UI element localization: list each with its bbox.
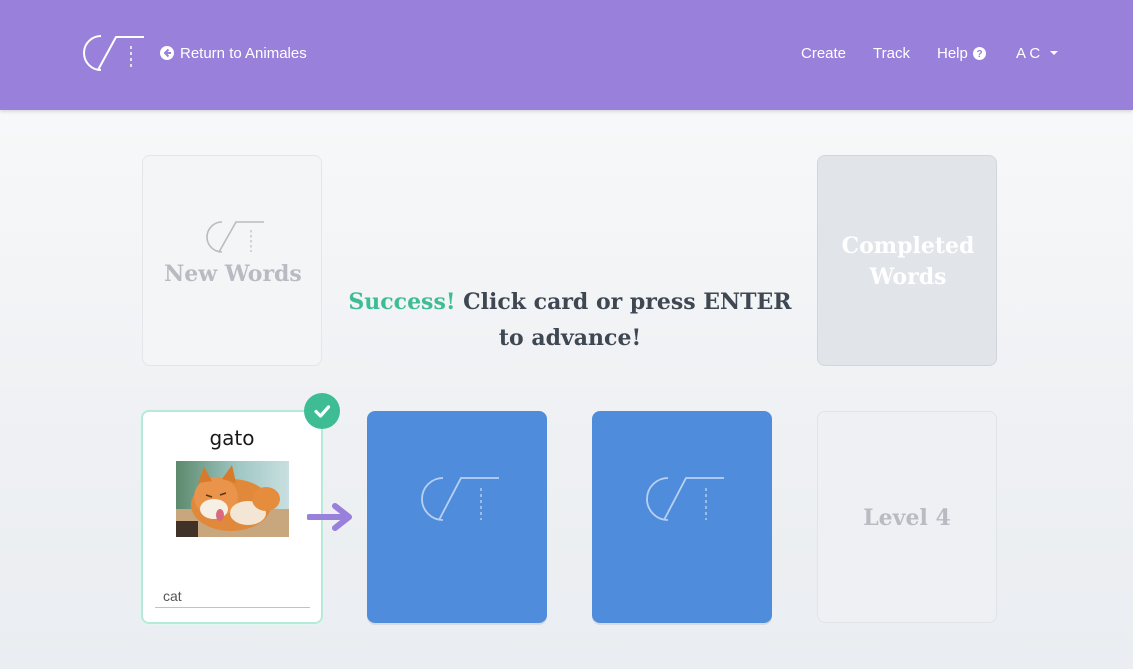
arrow-right-icon — [307, 503, 352, 531]
user-menu[interactable]: A C — [1016, 44, 1059, 62]
level-label: Level 4 — [863, 505, 951, 531]
cat-photo — [176, 461, 289, 537]
current-word-card[interactable]: gato cat — [141, 410, 323, 624]
card-logo-icon — [646, 477, 724, 521]
message-line1: Click card or press ENTER — [455, 289, 792, 315]
upcoming-card[interactable] — [592, 411, 772, 623]
completed-words-label: Completed Words — [818, 231, 998, 293]
completed-words-line2: Words — [869, 264, 947, 290]
message-line2: to advance! — [498, 325, 642, 351]
help-icon: ? — [972, 46, 986, 60]
app-logo[interactable] — [76, 34, 146, 72]
user-initials: A C — [1016, 44, 1041, 62]
status-message: Success! Click card or press ENTER to ad… — [340, 284, 800, 356]
top-header: Return to Animales Create Track Help ? A… — [0, 0, 1133, 110]
nav-create[interactable]: Create — [801, 44, 846, 62]
completed-words-line1: Completed — [841, 233, 975, 259]
nav-track[interactable]: Track — [873, 44, 910, 62]
success-text: Success! — [348, 289, 456, 315]
card-logo-icon — [421, 477, 499, 521]
check-icon — [304, 393, 340, 429]
caret-down-icon — [1050, 51, 1059, 55]
check-mark-icon — [314, 405, 331, 418]
completed-words-deck[interactable]: Completed Words — [817, 155, 997, 366]
nav-track-label: Track — [873, 44, 910, 62]
return-to-deck-link[interactable]: Return to Animales — [160, 44, 307, 62]
nav-create-label: Create — [801, 44, 847, 62]
level-card: Level 4 — [817, 411, 997, 623]
deck-logo-icon — [206, 221, 264, 253]
answer-input[interactable]: cat — [155, 588, 310, 608]
return-arrow-icon — [160, 46, 174, 60]
nav-help[interactable]: Help ? — [937, 44, 986, 62]
return-link-label: Return to Animales — [180, 44, 307, 62]
nav-help-label: Help — [937, 44, 968, 62]
svg-text:?: ? — [976, 49, 982, 60]
card-word: gato — [209, 426, 255, 450]
new-words-label: New Words — [164, 261, 302, 287]
upcoming-card[interactable] — [367, 411, 547, 623]
new-words-deck[interactable]: New Words — [142, 155, 322, 366]
